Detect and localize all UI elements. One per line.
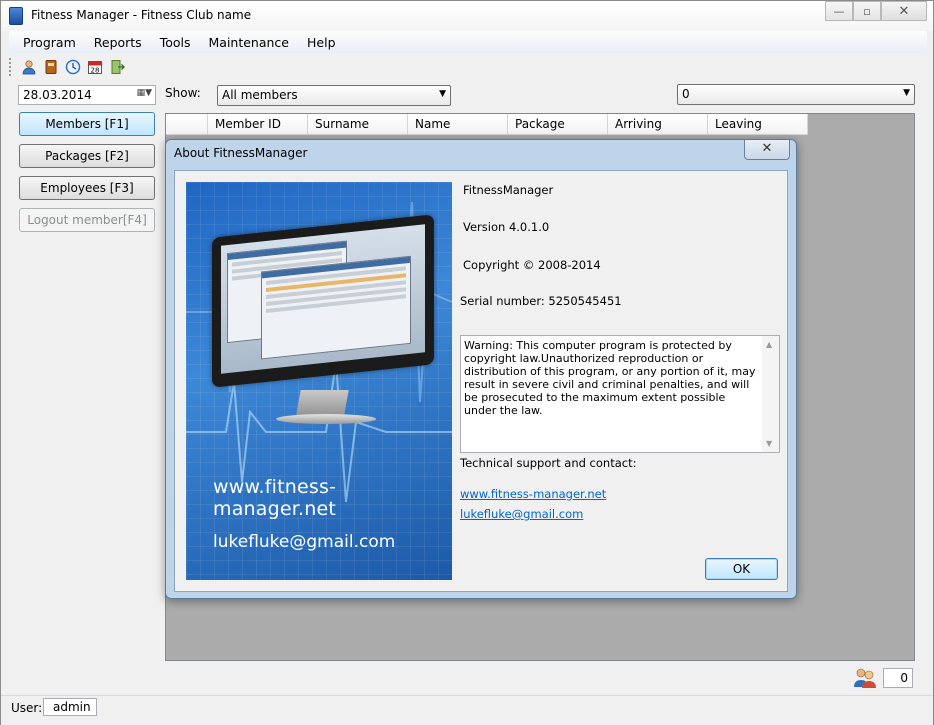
column-leaving[interactable]: Leaving [708, 114, 808, 135]
date-value: 28.03.2014 [23, 88, 92, 102]
product-name: FitnessManager [463, 183, 554, 197]
toolbar: 28 [9, 55, 126, 79]
column-member-id[interactable]: Member ID [208, 114, 308, 135]
calendar-icon[interactable]: 28 [86, 58, 104, 76]
logout-member-button[interactable]: Logout member[F4] [19, 208, 155, 232]
minimize-button[interactable]: — [825, 1, 853, 21]
calendar-icon-day: 28 [91, 67, 100, 75]
employees-button[interactable]: Employees [F3] [19, 176, 155, 200]
splash-email-text: lukefluke@gmail.com [213, 532, 396, 552]
ok-button[interactable]: OK [705, 558, 778, 580]
column-name[interactable]: Name [408, 114, 508, 135]
monitor-base [276, 414, 376, 424]
right-filter-select[interactable]: 0 ▼ [677, 84, 915, 105]
members-button[interactable]: Members [F1] [19, 112, 155, 136]
column-package[interactable]: Package [508, 114, 608, 135]
window-controls: — ▫ ✕ [825, 1, 927, 21]
about-dialog: About FitnessManager ✕ www.fitness-manag… [165, 139, 797, 599]
main-window: Fitness Manager - Fitness Club name — ▫ … [0, 0, 934, 725]
monitor-screen [221, 224, 425, 374]
window-title: Fitness Manager - Fitness Club name [31, 8, 252, 22]
show-filter-select[interactable]: All members ▼ [217, 85, 451, 106]
user-label: User: [11, 701, 43, 715]
members-present-icon [853, 667, 877, 689]
status-bar: User: admin [1, 695, 933, 725]
column-arriving[interactable]: Arriving [608, 114, 708, 135]
dialog-close-button[interactable]: ✕ [744, 140, 790, 160]
column-surname[interactable]: Surname [308, 114, 408, 135]
members-present-count: 0 [883, 668, 913, 688]
support-label: Technical support and contact: [460, 456, 637, 470]
warning-text: Warning: This computer program is protec… [464, 339, 756, 417]
warning-textbox[interactable]: Warning: This computer program is protec… [460, 335, 780, 453]
maximize-button[interactable]: ▫ [853, 1, 881, 21]
chevron-down-icon: ▼ [903, 88, 910, 98]
clock-icon[interactable] [64, 58, 82, 76]
book-icon[interactable] [42, 58, 60, 76]
right-filter-value: 0 [682, 87, 690, 101]
person-add-icon[interactable] [20, 58, 38, 76]
toolbar-grip[interactable] [9, 58, 12, 76]
menu-help[interactable]: Help [298, 35, 345, 50]
email-link[interactable]: lukefluke@gmail.com [460, 507, 583, 521]
close-button[interactable]: ✕ [881, 1, 927, 21]
dialog-body: www.fitness-manager.net lukefluke@gmail.… [174, 170, 788, 592]
splash-image: www.fitness-manager.net lukefluke@gmail.… [186, 182, 452, 580]
show-label: Show: [165, 86, 201, 100]
menu-tools[interactable]: Tools [151, 35, 200, 50]
title-bar: Fitness Manager - Fitness Club name — ▫ … [1, 1, 933, 31]
website-link[interactable]: www.fitness-manager.net [460, 487, 606, 501]
app-icon [9, 7, 23, 25]
warning-scrollbar[interactable]: ▲ ▼ [762, 336, 779, 452]
dialog-title: About FitnessManager [174, 146, 308, 160]
screen-window-front [261, 255, 411, 360]
menu-maintenance[interactable]: Maintenance [200, 35, 299, 50]
scroll-up-icon[interactable]: ▲ [766, 338, 772, 351]
date-picker[interactable]: 28.03.2014 ▦▼ [18, 85, 156, 105]
menu-bar: Program Reports Tools Maintenance Help [9, 31, 927, 53]
chevron-down-icon: ▼ [439, 89, 446, 99]
serial-number-text: Serial number: 5250545451 [460, 294, 622, 308]
monitor-illustration [212, 214, 434, 388]
menu-program[interactable]: Program [9, 35, 85, 50]
show-filter-value: All members [222, 88, 298, 102]
user-value: admin [43, 698, 97, 716]
grid-header: Member ID Surname Name Package Arriving … [166, 114, 808, 135]
calendar-dropdown-icon[interactable]: ▦▼ [137, 88, 152, 98]
splash-url-text: www.fitness-manager.net [213, 476, 337, 520]
menu-reports[interactable]: Reports [85, 35, 151, 50]
packages-button[interactable]: Packages [F2] [19, 144, 155, 168]
grid-header-selector[interactable] [166, 114, 208, 135]
scroll-down-icon[interactable]: ▼ [766, 437, 772, 450]
version-text: Version 4.0.1.0 [463, 220, 550, 234]
copyright-text: Copyright © 2008-2014 [463, 258, 601, 272]
exit-icon[interactable] [108, 58, 126, 76]
